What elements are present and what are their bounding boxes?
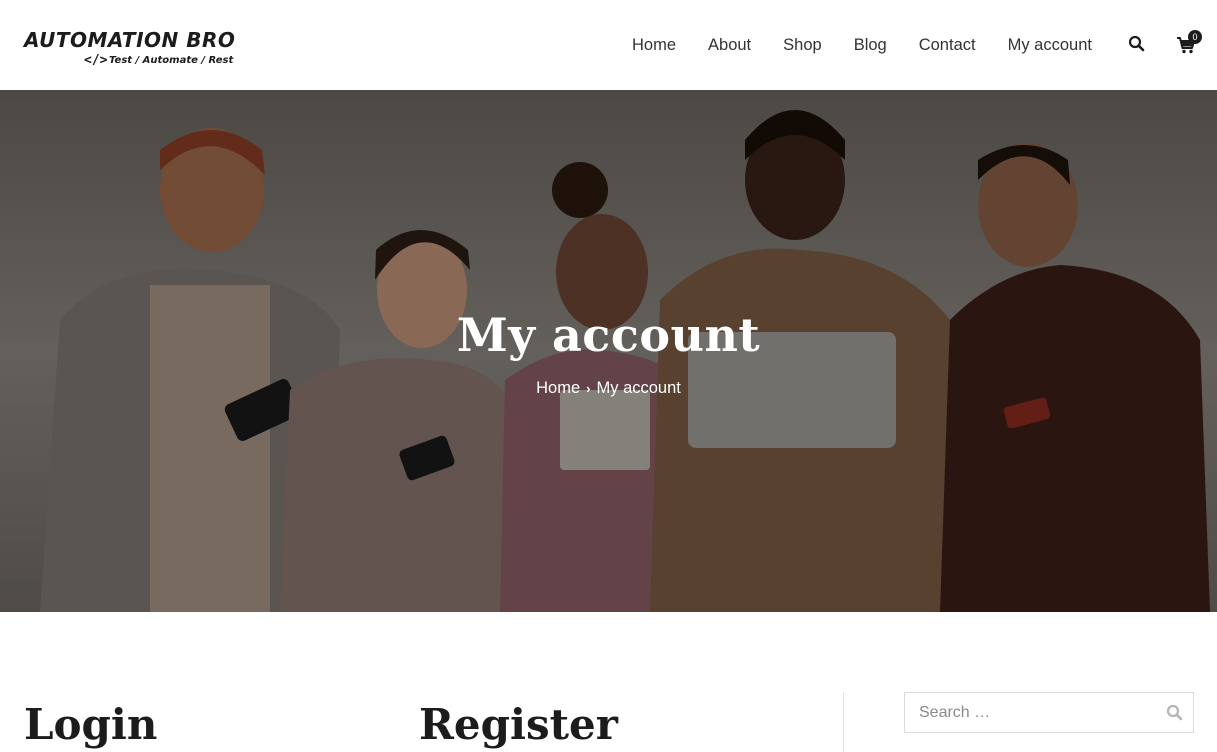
nav-blog[interactable]: Blog bbox=[838, 34, 903, 56]
login-heading: Login bbox=[24, 700, 158, 749]
nav-about[interactable]: About bbox=[692, 34, 767, 56]
site-header: AUTOMATION BRO </> Test / Automate / Res… bbox=[0, 0, 1217, 90]
sidebar-divider bbox=[843, 692, 844, 752]
breadcrumb-current: My account bbox=[596, 379, 681, 397]
breadcrumb: Home › My account bbox=[0, 379, 1217, 398]
cart-button[interactable]: 0 bbox=[1176, 30, 1204, 55]
code-icon: </> bbox=[84, 53, 108, 68]
breadcrumb-home-link[interactable]: Home bbox=[536, 379, 580, 397]
page-hero: My account Home › My account bbox=[0, 90, 1217, 612]
register-heading: Register bbox=[419, 700, 618, 749]
search-icon[interactable] bbox=[1128, 35, 1146, 53]
search-input[interactable] bbox=[905, 693, 1193, 732]
chevron-right-icon: › bbox=[586, 381, 591, 396]
cart-count-badge: 0 bbox=[1188, 30, 1202, 44]
page-title: My account bbox=[456, 308, 761, 362]
nav-my-account[interactable]: My account bbox=[992, 34, 1108, 56]
logo-title: AUTOMATION BRO bbox=[24, 28, 236, 52]
nav-shop[interactable]: Shop bbox=[767, 34, 838, 56]
sidebar-search bbox=[904, 692, 1194, 733]
logo-tagline: Test / Automate / Rest bbox=[109, 55, 234, 66]
main-nav: Home About Shop Blog Contact My account bbox=[616, 34, 1108, 56]
search-icon[interactable] bbox=[1166, 704, 1184, 722]
nav-contact[interactable]: Contact bbox=[903, 34, 992, 56]
site-logo[interactable]: AUTOMATION BRO </> Test / Automate / Res… bbox=[24, 28, 236, 73]
nav-home[interactable]: Home bbox=[616, 34, 692, 56]
